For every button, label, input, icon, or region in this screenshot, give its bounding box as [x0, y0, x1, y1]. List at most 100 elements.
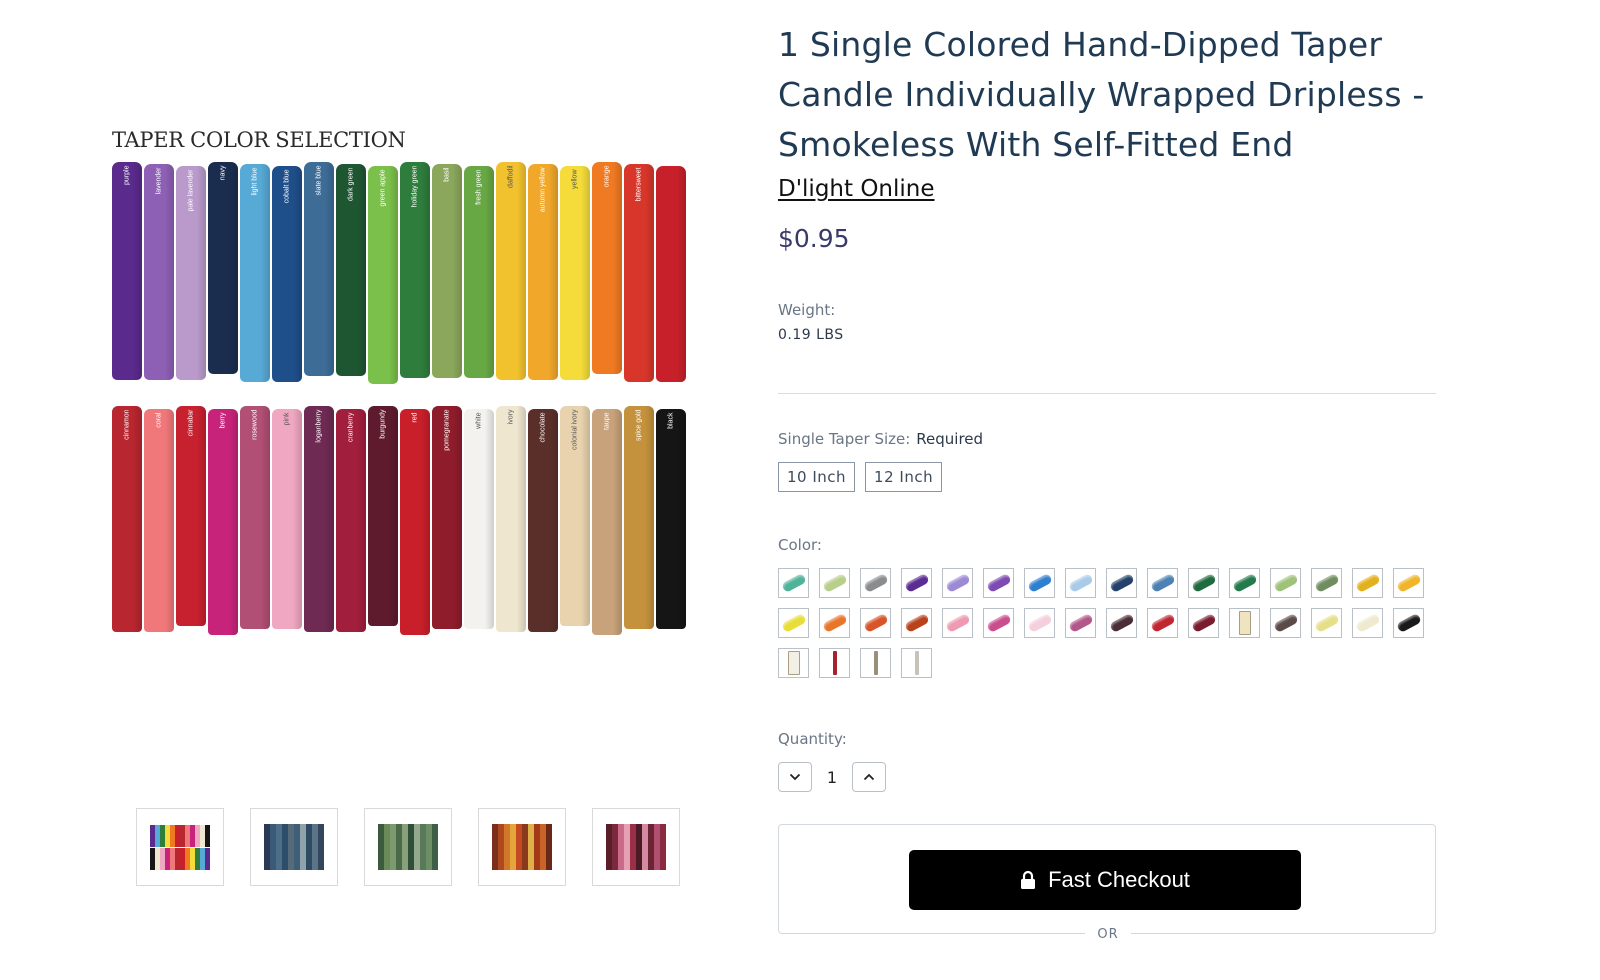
bottom-candle: pomegranate — [432, 406, 462, 629]
quantity-decrease-button[interactable] — [778, 762, 812, 792]
bottom-candle: spice gold — [624, 406, 654, 629]
top-candle: lavender — [144, 164, 174, 380]
candle-color-label: burgundy — [379, 409, 387, 439]
thumbnail-image — [492, 824, 552, 870]
color-swatch-11[interactable] — [1188, 568, 1219, 598]
color-swatch-17[interactable] — [778, 608, 809, 638]
size-option-10-inch[interactable]: 10 Inch — [778, 462, 856, 492]
color-swatch-27[interactable] — [1188, 608, 1219, 638]
color-swatch-3[interactable] — [860, 568, 891, 598]
color-swatch-20[interactable] — [901, 608, 932, 638]
bottom-candle-row: cinnamon coral cinnabar berry rosewood pink lo… — [112, 406, 688, 635]
color-swatch-29[interactable] — [1270, 608, 1301, 638]
color-swatch-5[interactable] — [942, 568, 973, 598]
thumbnail-1[interactable] — [136, 808, 224, 886]
color-swatch-15[interactable] — [1352, 568, 1383, 598]
swatch-color-chip — [944, 612, 971, 634]
candle-color-label: bittersweet — [635, 167, 643, 202]
bottom-candle: loganberry — [304, 406, 334, 632]
candle-color-label: black — [667, 412, 675, 429]
thumbnail-2[interactable] — [250, 808, 338, 886]
divider — [778, 393, 1436, 394]
candle-color-label: white — [475, 412, 483, 429]
top-candle: yellow — [560, 166, 590, 380]
color-swatch-19[interactable] — [860, 608, 891, 638]
brand-link[interactable]: D'light Online — [778, 176, 935, 202]
top-candle: cobalt blue — [272, 166, 302, 382]
color-label: Color: — [778, 536, 822, 554]
candle-color-label: daffodil — [507, 165, 515, 188]
color-swatch-24[interactable] — [1065, 608, 1096, 638]
color-swatch-31[interactable] — [1352, 608, 1383, 638]
thumbnail-5[interactable] — [592, 808, 680, 886]
color-swatch-8[interactable] — [1065, 568, 1096, 598]
color-swatch-4[interactable] — [901, 568, 932, 598]
color-swatch-7[interactable] — [1024, 568, 1055, 598]
swatch-color-chip — [1026, 612, 1053, 634]
color-swatch-22[interactable] — [983, 608, 1014, 638]
color-swatch-10[interactable] — [1147, 568, 1178, 598]
candle-color-label: light blue — [251, 167, 259, 196]
candle-color-label: basil — [443, 167, 451, 182]
top-candle: slate blue — [304, 162, 334, 376]
color-swatch-18[interactable] — [819, 608, 850, 638]
quantity-input[interactable]: 1 — [812, 768, 852, 787]
swatch-color-chip — [1354, 572, 1381, 594]
candle-color-label: pale lavender — [187, 169, 195, 212]
candle-color-label: pomegranate — [443, 409, 451, 451]
swatch-color-chip — [1149, 572, 1176, 594]
candle-color-label: green apple — [379, 169, 387, 207]
bottom-candle: white — [464, 409, 494, 629]
candle-color-label: ivory — [507, 409, 515, 425]
candle-color-label: red — [411, 412, 419, 423]
bottom-candle: black — [656, 409, 686, 629]
color-swatch-14[interactable] — [1311, 568, 1342, 598]
fast-checkout-label: Fast Checkout — [1048, 867, 1190, 892]
swatch-color-chip — [780, 612, 807, 634]
candle-color-label: lavender — [155, 167, 163, 195]
product-main-image[interactable]: TAPER COLOR SELECTION purple lavender pale… — [112, 128, 712, 668]
color-swatch-33[interactable] — [778, 648, 809, 678]
quantity-increase-button[interactable] — [852, 762, 886, 792]
swatch-color-chip — [873, 651, 878, 675]
color-swatch-1[interactable] — [778, 568, 809, 598]
color-swatch-12[interactable] — [1229, 568, 1260, 598]
swatch-color-chip — [903, 612, 930, 634]
swatch-color-chip — [1190, 572, 1217, 594]
swatch-color-chip — [985, 572, 1012, 594]
color-swatch-13[interactable] — [1270, 568, 1301, 598]
color-swatch-21[interactable] — [942, 608, 973, 638]
chevron-up-icon — [863, 773, 875, 781]
size-option-12-inch[interactable]: 12 Inch — [865, 462, 943, 492]
candle-color-label: coral — [155, 412, 163, 428]
color-swatch-36[interactable] — [901, 648, 932, 678]
candle-color-label: dark green — [347, 167, 355, 201]
color-swatch-35[interactable] — [860, 648, 891, 678]
swatch-color-chip — [1067, 572, 1094, 594]
swatch-color-chip — [821, 572, 848, 594]
weight-value: 0.19 LBS — [778, 327, 844, 343]
thumbnail-image — [150, 824, 210, 870]
top-candle: holiday green — [400, 162, 430, 378]
candle-color-label: cranberry — [347, 412, 355, 443]
color-swatch-16[interactable] — [1393, 568, 1424, 598]
color-swatch-2[interactable] — [819, 568, 850, 598]
color-swatch-25[interactable] — [1106, 608, 1137, 638]
color-swatch-26[interactable] — [1147, 608, 1178, 638]
color-swatch-32[interactable] — [1393, 608, 1424, 638]
color-swatch-30[interactable] — [1311, 608, 1342, 638]
swatch-color-chip — [862, 612, 889, 634]
swatch-color-chip — [1108, 572, 1135, 594]
color-swatch-9[interactable] — [1106, 568, 1137, 598]
candle-color-label: loganberry — [315, 409, 323, 443]
fast-checkout-button[interactable]: Fast Checkout — [909, 850, 1301, 910]
thumbnail-3[interactable] — [364, 808, 452, 886]
color-swatch-6[interactable] — [983, 568, 1014, 598]
swatch-color-chip — [780, 572, 807, 594]
color-swatches — [778, 568, 1438, 678]
or-label: OR — [1085, 927, 1131, 942]
color-swatch-34[interactable] — [819, 648, 850, 678]
thumbnail-4[interactable] — [478, 808, 566, 886]
color-swatch-28[interactable] — [1229, 608, 1260, 638]
color-swatch-23[interactable] — [1024, 608, 1055, 638]
